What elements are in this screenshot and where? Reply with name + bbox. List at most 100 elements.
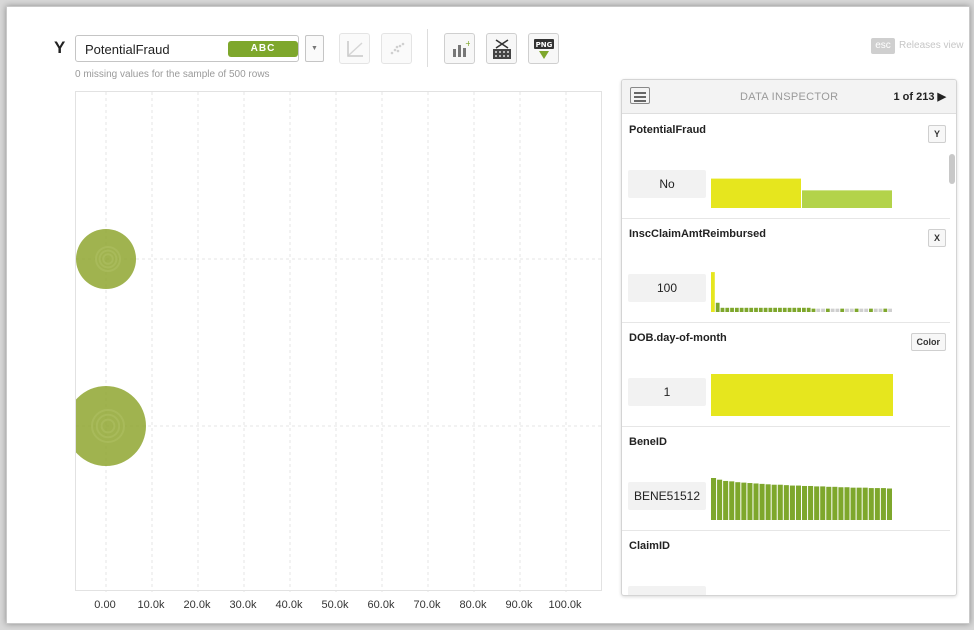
inspector-field-card[interactable]: PotentialFraud Y No [622,114,950,219]
esc-key-badge[interactable]: esc [871,38,895,54]
field-name: PotentialFraud [629,124,707,136]
histogram-bar [850,487,856,520]
field-sample-value: 100 [628,274,706,302]
histogram-bar [792,307,797,312]
inspector-field-list[interactable]: PotentialFraud Y No InscClaimAmtReimbursed X… [622,114,956,595]
histogram-bar [715,302,720,312]
histogram-bar [802,485,808,520]
field-role-button[interactable]: Y [927,125,946,143]
scatter-point-bubble[interactable] [76,386,146,466]
histogram-bar [883,308,888,312]
histogram-bar [720,307,725,312]
histogram-bar [869,308,873,312]
histogram-bar [729,481,735,520]
x-tick-label: 10.0k [137,599,165,611]
x-tick-label: 0.00 [94,599,116,611]
table-split-icon [492,38,511,59]
field-sample-value: No [628,170,706,198]
histogram-bar [802,190,892,208]
bar-chart-add-icon: + [452,39,470,57]
histogram-bar [739,307,744,312]
histogram-bar [838,487,844,520]
histogram-bar [789,485,795,520]
inspector-count[interactable]: 1 of 213 ▶ [894,90,947,103]
field-name: BeneID [629,436,667,448]
histogram-bar [830,308,835,312]
histogram-bar [811,308,816,312]
x-tick-label: 30.0k [229,599,257,611]
histogram-bar [874,488,880,520]
histogram-bar [845,308,849,312]
y-field-name: PotentialFraud [85,42,170,57]
histogram-bar [856,487,862,520]
histogram-bar [795,485,801,520]
histogram-bar [886,488,892,520]
histogram-bar [849,308,854,312]
histogram-bar [859,308,864,312]
histogram-bar [747,483,753,520]
field-name: DOB.day-of-month [629,332,727,344]
svg-text:+: + [465,39,470,48]
field-sample-value: BENE51512 [628,482,706,510]
menu-icon[interactable] [630,87,650,104]
histogram-bar [840,308,845,312]
releases-view-link[interactable]: Releases view [899,40,963,51]
histogram-bar [778,307,782,312]
histogram-bar [873,308,878,312]
field-histogram[interactable] [711,374,893,416]
scatter-point[interactable] [76,386,146,466]
play-right-icon[interactable]: ▶ [938,91,946,103]
scatter-point-bubble[interactable] [76,229,136,289]
histogram-bar [711,374,893,416]
histogram-bar [773,307,778,312]
histogram-bar [864,308,869,312]
x-tick-label: 100.0k [548,599,582,611]
inspector-field-card[interactable]: InscClaimAmtReimbursed X 100 [622,218,950,323]
histogram-bar [808,485,814,520]
histogram-bar [862,487,868,520]
field-histogram[interactable] [711,166,893,208]
histogram-bar [725,307,730,312]
scatter-icon [390,42,404,54]
histogram-bar [854,308,859,312]
field-role-button[interactable]: X [927,229,946,247]
histogram-bar [782,307,787,312]
histogram-bar [735,482,741,520]
field-histogram[interactable] [711,270,893,312]
inspector-field-card[interactable]: DOB.day-of-month Color 1 [622,322,950,427]
data-inspector-panel: DATA INSPECTOR 1 of 213 ▶ PotentialFraud… [621,79,957,596]
inspector-field-card[interactable]: BeneID BENE51512 [622,426,950,531]
inspector-title: DATA INSPECTOR [740,91,839,103]
field-sample-value [628,586,706,595]
histogram-bar [754,307,758,312]
add-bar-chart-button[interactable]: + [444,33,475,64]
x-tick-label: 70.0k [413,599,441,611]
table-split-button[interactable] [486,33,517,64]
histogram-bar [777,484,783,520]
inspector-header: DATA INSPECTOR 1 of 213 ▶ [622,80,956,114]
scatter-point[interactable] [76,229,136,289]
field-sample-value: 1 [628,378,706,406]
histogram-bar [734,307,739,312]
histogram-bar [711,178,801,208]
x-tick-label: 80.0k [459,599,487,611]
histogram-bar [730,307,734,312]
field-dropdown-button[interactable]: ▼ [305,35,324,62]
png-download-icon: PNG [533,38,554,59]
toolbar: Y PotentialFraud ABC ▼ + PNG 0 missing v… [7,7,969,80]
y-field-select[interactable]: PotentialFraud ABC [75,35,299,62]
inspector-field-card[interactable]: ClaimID [622,530,950,595]
histogram-bar [825,308,830,312]
histogram-bar [888,308,892,312]
line-chart-button[interactable] [339,33,370,64]
scatter-chart[interactable] [75,91,603,592]
png-download-button[interactable]: PNG [528,33,559,64]
field-name: ClaimID [629,540,670,552]
histogram-bar [816,308,821,312]
scatter-button[interactable] [381,33,412,64]
field-role-button[interactable]: Color [910,333,946,351]
histogram-bar [878,308,883,312]
histogram-bar [826,486,832,520]
histogram-bar [814,486,820,520]
field-histogram[interactable] [711,478,893,520]
